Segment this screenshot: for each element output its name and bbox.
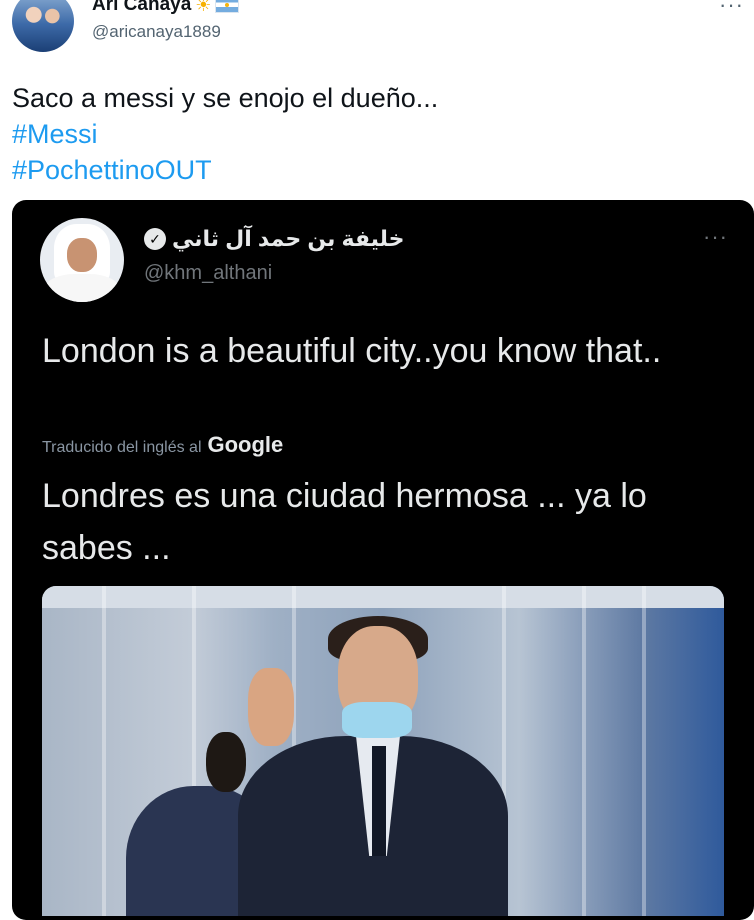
- embedded-more-icon: ···: [703, 224, 728, 249]
- embedded-name-row: ✓ خليفة بن حمد آل ثاني: [144, 226, 404, 252]
- tweet-body: Saco a messi y se enojo el dueño...: [12, 83, 439, 113]
- more-options-icon[interactable]: ···: [719, 0, 744, 18]
- hashtag-pochettino-out[interactable]: #PochettinoOUT: [12, 152, 438, 188]
- embedded-avatar: [40, 218, 124, 302]
- user-name-text: Ari Canaya: [92, 0, 192, 15]
- translation-attribution: Traducido del inglés al Google: [42, 432, 283, 458]
- translated-label: Traducido del inglés al: [42, 439, 202, 456]
- embedded-tweet-image[interactable]: ✓ خليفة بن حمد آل ثاني @khm_althani ··· …: [12, 200, 754, 920]
- user-name[interactable]: Ari Canaya ☀: [92, 0, 240, 16]
- embedded-translation-text: Londres es una ciudad hermosa ... ya lo …: [42, 477, 647, 567]
- embedded-tweet-text: London is a beautiful city..you know tha…: [42, 332, 662, 370]
- avatar[interactable]: [12, 0, 74, 52]
- sun-emoji-icon: ☀: [195, 0, 212, 15]
- embedded-user-name: خليفة بن حمد آل ثاني: [172, 226, 405, 251]
- verified-badge-icon: ✓: [144, 228, 166, 250]
- embedded-user-handle: @khm_althani: [144, 262, 273, 284]
- argentina-flag-icon: [215, 0, 240, 13]
- hashtag-messi[interactable]: #Messi: [12, 116, 438, 152]
- tweet-text: Saco a messi y se enojo el dueño... #Mes…: [12, 80, 438, 188]
- google-logo: Google: [207, 432, 284, 457]
- embedded-photo: [42, 586, 724, 916]
- user-handle[interactable]: @aricanaya1889: [92, 22, 221, 42]
